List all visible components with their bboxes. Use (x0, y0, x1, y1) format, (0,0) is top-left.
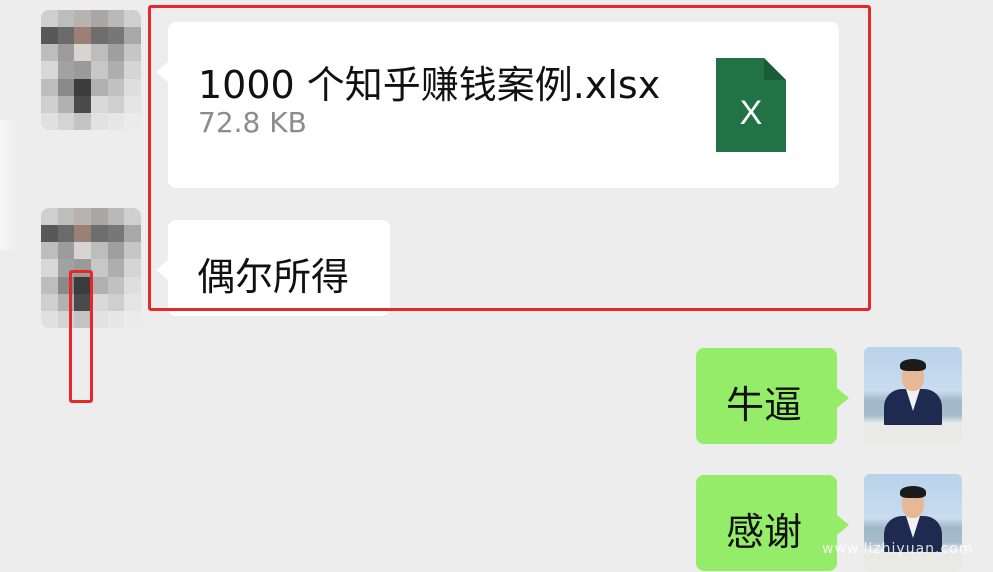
sent-text: 感谢 (726, 510, 803, 554)
user-avatar[interactable] (864, 347, 962, 445)
user-avatar[interactable] (864, 474, 962, 572)
watermark: www.lizhiyuan.com (822, 541, 974, 557)
sent-text-bubble[interactable]: 牛逼 (696, 348, 849, 444)
sent-text-bubble[interactable]: 感谢 (696, 475, 849, 571)
left-edge-shadow (0, 120, 18, 250)
highlight-box-messages (148, 5, 871, 311)
sent-text: 牛逼 (726, 383, 803, 427)
chat-window: { "chat": { "file_message": { "file_name… (0, 0, 993, 572)
sender-avatar[interactable] (41, 10, 141, 130)
highlight-box-avatar (69, 270, 93, 403)
